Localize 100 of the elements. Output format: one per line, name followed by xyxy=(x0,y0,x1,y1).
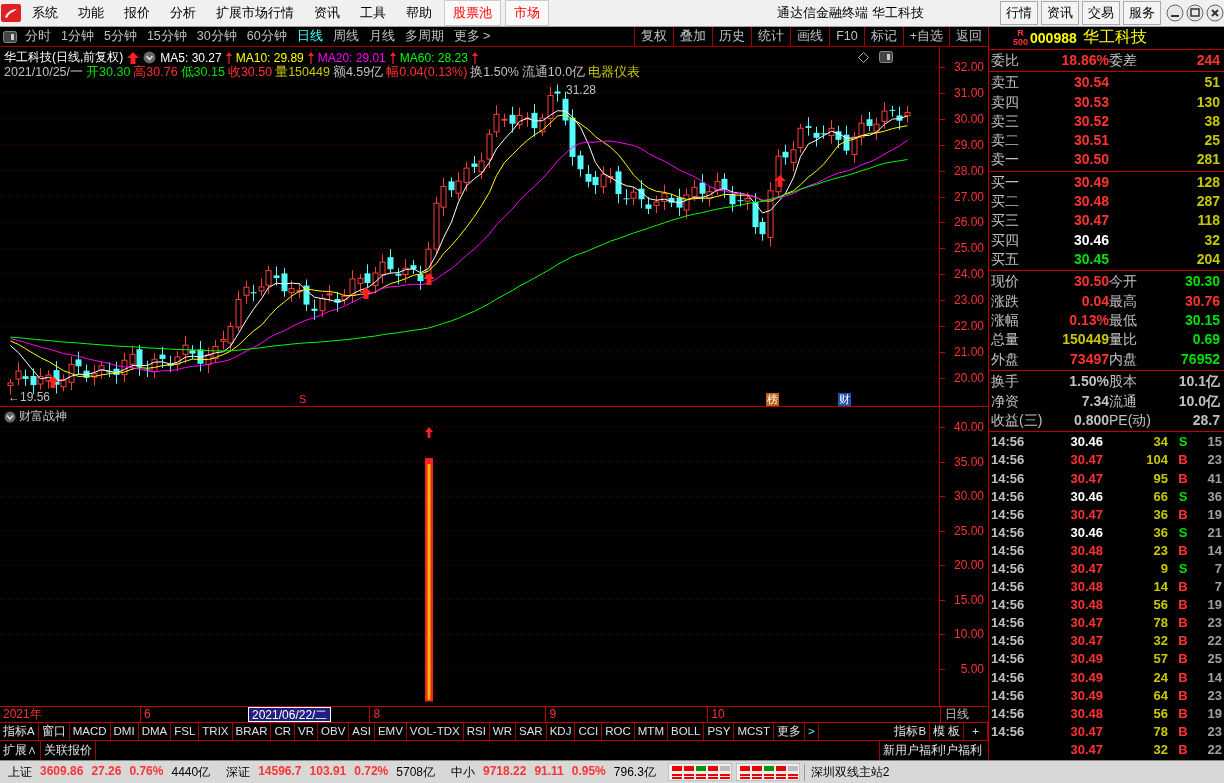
panel-toggle-icon[interactable] xyxy=(879,51,893,63)
order-price: 30.49 xyxy=(1072,172,1109,192)
close-icon[interactable] xyxy=(1206,4,1224,22)
trade-side: B xyxy=(1177,650,1189,669)
indicator-tab[interactable]: ROC xyxy=(602,723,635,740)
diamond-icon[interactable] xyxy=(858,51,869,63)
trade-volume: 56 xyxy=(1152,704,1168,723)
indicator-tab[interactable]: VOL-TDX xyxy=(406,723,464,740)
indicator-tab[interactable]: DMA xyxy=(138,723,172,740)
menu-item[interactable]: 工具 xyxy=(352,1,394,25)
indicator-tab[interactable]: EMV xyxy=(374,723,407,740)
toolbar-button[interactable]: 统计 xyxy=(751,27,791,46)
minimize-icon[interactable] xyxy=(1166,4,1184,22)
toolbar-button[interactable]: 叠加 xyxy=(673,27,713,46)
header-button[interactable]: 行情 xyxy=(1000,1,1038,25)
period-tab[interactable]: 5分钟 xyxy=(98,27,142,46)
trade-side: B xyxy=(1177,578,1189,597)
indicator-tab[interactable]: MACD xyxy=(69,723,111,740)
field-value: 0.13% xyxy=(1069,310,1109,330)
indicator-tab[interactable]: MTM xyxy=(634,723,668,740)
toolbar-button[interactable]: 画线 xyxy=(790,27,830,46)
header-button[interactable]: 资讯 xyxy=(1041,1,1079,25)
up-arrow-icon xyxy=(307,51,314,64)
indicator-tab[interactable]: 指标B xyxy=(891,723,931,740)
indicator-tab[interactable]: 窗口 xyxy=(38,723,70,740)
dropdown-icon[interactable] xyxy=(143,51,157,64)
indicator-tab[interactable]: 模 板 xyxy=(930,723,965,740)
trade-volume: 23 xyxy=(1152,541,1168,560)
dropdown-icon[interactable] xyxy=(4,410,16,423)
period-tab[interactable]: 1分钟 xyxy=(56,27,99,46)
menu-item[interactable]: 分析 xyxy=(162,1,204,25)
trade-side: B xyxy=(1177,632,1189,651)
toolbar-button[interactable]: 标记 xyxy=(863,27,903,46)
indicator-tab[interactable]: FSL xyxy=(171,723,200,740)
indicator-tab[interactable]: + xyxy=(964,723,988,740)
period-tab[interactable]: 日线 xyxy=(291,27,328,46)
indicator-tab[interactable]: OBV xyxy=(318,723,350,740)
quote-info-text: 流通10.0亿 xyxy=(521,64,586,81)
toolbar-button[interactable]: F10 xyxy=(829,27,864,46)
indicator-tab[interactable]: ASI xyxy=(349,723,375,740)
trade-side: S xyxy=(1177,559,1189,578)
period-tab[interactable]: 更多 > xyxy=(448,27,496,46)
trade-price: 30.48 xyxy=(1069,578,1103,597)
period-tab[interactable]: 30分钟 xyxy=(191,27,242,46)
menu-item[interactable]: 系统 xyxy=(24,1,66,25)
indicator-tab[interactable]: 更多 xyxy=(774,723,805,740)
order-price: 30.51 xyxy=(1072,131,1109,151)
indicator-tab[interactable]: CCI xyxy=(575,723,603,740)
field-value: 30.50 xyxy=(1073,272,1109,292)
indicator-tab[interactable]: > xyxy=(805,723,819,740)
axis-label: 15.00 xyxy=(953,592,984,607)
indicator-tab[interactable]: MCST xyxy=(734,723,774,740)
order-price: 30.47 xyxy=(1072,211,1109,231)
period-tab[interactable]: 分时 xyxy=(20,27,56,46)
menu-item[interactable]: 股票池 xyxy=(444,0,501,26)
toolbar-button[interactable]: +自选 xyxy=(902,27,949,46)
indicator-tab[interactable]: BOLL xyxy=(667,723,705,740)
index-value: 9718.22 xyxy=(483,763,527,780)
menu-item[interactable]: 资讯 xyxy=(306,1,348,25)
header-button[interactable]: 交易 xyxy=(1082,1,1120,25)
trade-volume: 36 xyxy=(1152,523,1168,542)
indicator-tab[interactable]: BRAR xyxy=(232,723,272,740)
quote-info-text: 电器仪表 xyxy=(588,64,641,81)
indicator-tab[interactable]: WR xyxy=(489,723,516,740)
field-label: 收益(三) xyxy=(991,410,1043,430)
toolbar-button[interactable]: 复权 xyxy=(634,27,674,46)
indicator-tab[interactable]: PSY xyxy=(704,723,735,740)
indicator-tab[interactable]: TRIX xyxy=(199,723,233,740)
indicator-tab[interactable]: KDJ xyxy=(546,723,576,740)
period-tab[interactable]: 15分钟 xyxy=(141,27,192,46)
panel-toggle-icon[interactable] xyxy=(3,30,17,43)
axis-label: 5.00 xyxy=(960,662,984,676)
toolbar-button[interactable]: 返回 xyxy=(949,27,988,46)
up-arrow-icon xyxy=(423,273,435,285)
period-tab[interactable]: 周线 xyxy=(327,27,364,46)
toolbar-button[interactable]: 历史 xyxy=(712,27,752,46)
indicator-tab[interactable]: CR xyxy=(271,723,296,740)
trade-volume: 78 xyxy=(1152,722,1168,741)
indicator-tab[interactable]: DMI xyxy=(110,723,139,740)
indicator-tab[interactable]: SAR xyxy=(516,723,547,740)
index-name: 上证 xyxy=(8,763,32,781)
indicator-tab[interactable]: 指标A xyxy=(0,723,39,740)
trade-count: 22 xyxy=(1206,632,1222,651)
order-volume: 281 xyxy=(1195,150,1220,170)
period-tab[interactable]: 月线 xyxy=(363,27,400,46)
trade-price: 30.47 xyxy=(1069,740,1103,759)
menu-item[interactable]: 帮助 xyxy=(398,1,440,25)
menu-item[interactable]: 扩展市场行情 xyxy=(208,1,302,25)
maximize-icon[interactable] xyxy=(1186,4,1204,22)
order-label: 卖一 xyxy=(991,150,1020,170)
period-tab[interactable]: 60分钟 xyxy=(241,27,292,46)
axis-label: 31.00 xyxy=(953,85,984,100)
indicator-tab[interactable]: RSI xyxy=(463,723,490,740)
header-button[interactable]: 服务 xyxy=(1123,1,1161,25)
menu-item[interactable]: 市场 xyxy=(505,0,549,26)
menu-item[interactable]: 功能 xyxy=(70,1,112,25)
menu-item[interactable]: 报价 xyxy=(116,1,158,25)
period-tab[interactable]: 多周期 xyxy=(399,27,449,46)
trade-count: 19 xyxy=(1206,505,1222,524)
indicator-tab[interactable]: VR xyxy=(295,723,319,740)
